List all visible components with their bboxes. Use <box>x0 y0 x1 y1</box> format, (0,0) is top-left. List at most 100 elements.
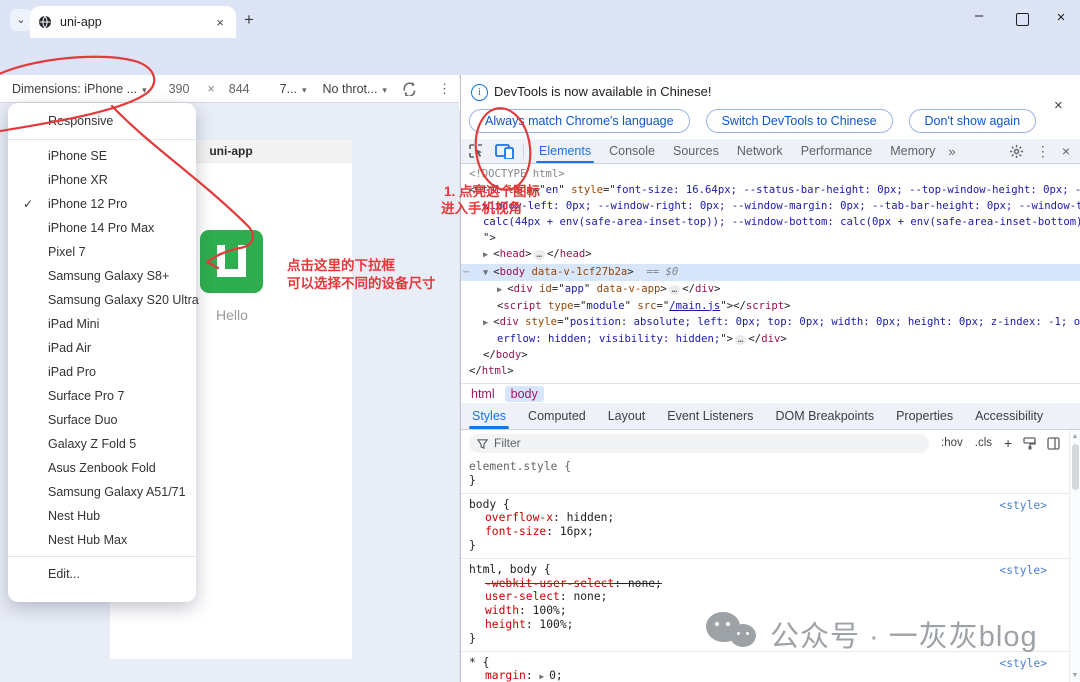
elements-tree[interactable]: <!DOCTYPE html><html lang="en" style="fo… <box>461 164 1080 383</box>
device-option[interactable]: Samsung Galaxy S20 Ultra <box>8 288 196 312</box>
viewport-height-input[interactable]: 844 <box>229 82 250 96</box>
sidebar-tab-layout[interactable]: Layout <box>597 403 657 429</box>
device-option-responsive[interactable]: Responsive <box>8 108 196 135</box>
watermark: 公众号 · 一灰灰blog <box>706 612 1038 656</box>
devtools-tab-sources[interactable]: Sources <box>664 139 728 163</box>
device-option-list: iPhone SEiPhone XR✓iPhone 12 ProiPhone 1… <box>8 144 196 552</box>
code-line[interactable]: ▶ <head>…</head> <box>461 246 1080 263</box>
device-dimensions-dropdown[interactable]: Dimensions: iPhone ...▾ <box>12 82 147 96</box>
computed-panel-toggle-icon[interactable] <box>1047 437 1060 450</box>
uniapp-logo <box>200 230 263 293</box>
device-option[interactable]: Samsung Galaxy A51/71 <box>8 480 196 504</box>
sidebar-tab-properties[interactable]: Properties <box>885 403 964 429</box>
notification-button[interactable]: Don't show again <box>909 109 1037 133</box>
expand-arrow-icon: ▶ <box>483 318 493 328</box>
window-maximize-button[interactable] <box>1016 13 1029 26</box>
code-line[interactable]: "> <box>461 230 1080 246</box>
devtools-tab-memory[interactable]: Memory <box>881 139 944 163</box>
code-line[interactable]: calc(44px + env(safe-area-inset-top)); -… <box>461 214 1080 230</box>
new-style-rule-button[interactable]: + <box>1004 435 1012 451</box>
device-dropdown-menu: Responsive iPhone SEiPhone XR✓iPhone 12 … <box>8 103 196 602</box>
scroll-up-arrow[interactable]: ▲ <box>1070 433 1080 440</box>
tab-title: uni-app <box>60 15 212 29</box>
device-option[interactable]: Samsung Galaxy S8+ <box>8 264 196 288</box>
device-toolbar-kebab-icon[interactable]: ⋮ <box>438 81 451 97</box>
devtools-tab-console[interactable]: Console <box>600 139 664 163</box>
device-option[interactable]: iPad Mini <box>8 312 196 336</box>
styles-scrollbar[interactable]: ▲ ▼ <box>1069 430 1080 682</box>
device-option[interactable]: iPhone SE <box>8 144 196 168</box>
device-option[interactable]: iPhone XR <box>8 168 196 192</box>
style-rule[interactable]: body {<style>overflow-x: hidden;font-siz… <box>461 493 1069 558</box>
styles-filter-input[interactable]: Filter <box>469 434 929 453</box>
tab-close-icon[interactable]: × <box>212 15 228 30</box>
browser-tab[interactable]: uni-app × <box>30 6 236 38</box>
favicon-globe-icon <box>38 15 52 29</box>
new-tab-button[interactable]: + <box>244 10 254 30</box>
window-minimize-button[interactable]: – <box>968 6 990 28</box>
window-close-button[interactable]: × <box>1050 7 1072 29</box>
code-line[interactable]: </html> <box>461 363 1080 379</box>
device-option[interactable]: Pixel 7 <box>8 240 196 264</box>
style-source-link[interactable]: <style> <box>999 499 1047 513</box>
devtools-close-icon[interactable]: × <box>1062 143 1070 159</box>
settings-gear-icon[interactable] <box>1009 144 1024 159</box>
devtools-tab-network[interactable]: Network <box>728 139 792 163</box>
device-option[interactable]: Nest Hub Max <box>8 528 196 552</box>
style-source-link[interactable]: <style> <box>999 657 1047 671</box>
device-option[interactable]: Galaxy Z Fold 5 <box>8 432 196 456</box>
zoom-level-dropdown[interactable]: 7...▾ <box>280 82 307 96</box>
notification-message: DevTools is now available in Chinese! <box>494 84 712 99</box>
devtools-tab-performance[interactable]: Performance <box>792 139 882 163</box>
notification-button[interactable]: Switch DevTools to Chinese <box>706 109 893 133</box>
info-icon: i <box>471 84 488 101</box>
notification-button[interactable]: Always match Chrome's language <box>469 109 690 133</box>
rotate-device-icon[interactable] <box>401 81 418 96</box>
code-line[interactable]: ▶ <div id="app" data-v-app>…</div> <box>461 281 1080 298</box>
toggle-device-toolbar-icon[interactable] <box>495 144 514 159</box>
device-option[interactable]: Nest Hub <box>8 504 196 528</box>
tab-search-button[interactable]: ⌄ <box>10 9 32 31</box>
notification-close-icon[interactable]: × <box>1054 97 1063 114</box>
device-option[interactable]: ✓iPhone 12 Pro <box>8 192 196 216</box>
style-source-link[interactable]: <style> <box>999 564 1047 578</box>
device-option[interactable]: iPad Air <box>8 336 196 360</box>
device-option[interactable]: Asus Zenbook Fold <box>8 456 196 480</box>
expand-arrow-icon: ▶ <box>539 672 549 681</box>
code-line[interactable]: window-left: 0px; --window-right: 0px; -… <box>461 198 1080 214</box>
breadcrumb-item[interactable]: body <box>505 386 544 402</box>
toggle-class-button[interactable]: .cls <box>975 437 992 449</box>
code-line[interactable]: ▶ <div style="position: absolute; left: … <box>461 314 1080 331</box>
scrollbar-thumb[interactable] <box>1072 444 1079 490</box>
scroll-down-arrow[interactable]: ▼ <box>1070 672 1080 679</box>
toggle-hover-state-button[interactable]: :hov <box>941 437 963 449</box>
sidebar-tab-dom-breakpoints[interactable]: DOM Breakpoints <box>764 403 885 429</box>
sidebar-tab-accessibility[interactable]: Accessibility <box>964 403 1054 429</box>
styles-sidebar-tabs: StylesComputedLayoutEvent ListenersDOM B… <box>461 403 1080 430</box>
code-line[interactable]: erflow: hidden; visibility: hidden;">…</… <box>461 331 1080 347</box>
sidebar-tab-computed[interactable]: Computed <box>517 403 597 429</box>
chevron-down-icon: ▾ <box>302 85 307 95</box>
code-line[interactable]: <script type="module" src="/main.js"></s… <box>461 298 1080 314</box>
devtools-kebab-icon[interactable]: ⋮ <box>1036 143 1050 160</box>
inspect-element-icon[interactable] <box>468 143 484 159</box>
code-line[interactable]: </body> <box>461 347 1080 363</box>
wechat-icon <box>706 612 758 656</box>
devtools-tab-elements[interactable]: Elements <box>530 139 600 163</box>
sidebar-tab-styles[interactable]: Styles <box>461 403 517 429</box>
paint-format-icon[interactable] <box>1023 437 1036 450</box>
code-line[interactable]: <html lang="en" style="font-size: 16.64p… <box>461 182 1080 198</box>
code-line[interactable]: <!DOCTYPE html> <box>461 166 1080 182</box>
device-option-edit[interactable]: Edit... <box>8 561 196 587</box>
sidebar-tab-event-listeners[interactable]: Event Listeners <box>656 403 764 429</box>
more-tabs-chevron[interactable]: » <box>944 144 959 159</box>
device-option[interactable]: Surface Pro 7 <box>8 384 196 408</box>
breadcrumb-item[interactable]: html <box>465 386 501 402</box>
device-option[interactable]: Surface Duo <box>8 408 196 432</box>
code-line[interactable]: ⋯▼ <body data-v-1cf27b2a> == $0 <box>461 264 1080 281</box>
viewport-width-input[interactable]: 390 <box>169 82 190 96</box>
throttling-dropdown[interactable]: No throt...▾ <box>323 82 387 96</box>
style-rule[interactable]: element.style {} <box>461 456 1069 493</box>
device-option[interactable]: iPhone 14 Pro Max <box>8 216 196 240</box>
device-option[interactable]: iPad Pro <box>8 360 196 384</box>
